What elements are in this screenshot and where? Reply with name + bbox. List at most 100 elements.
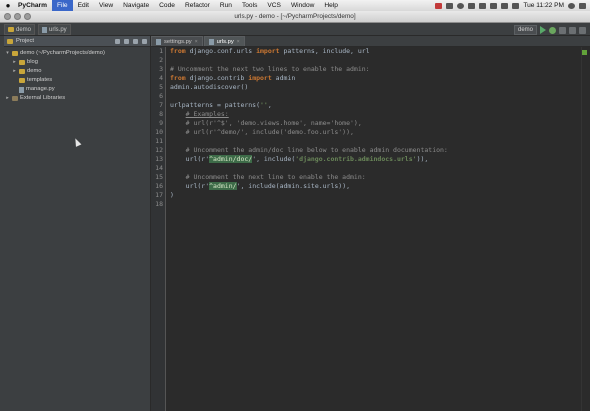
navigation-toolbar: demo urls.py demo — [0, 23, 590, 36]
code-line[interactable]: # Uncomment the next two lines to enable… — [170, 65, 448, 74]
code-token: from — [170, 74, 186, 82]
scroll-from-source-icon[interactable] — [124, 38, 129, 44]
code-token: ) — [170, 191, 174, 199]
code-line[interactable] — [170, 137, 448, 146]
menu-help[interactable]: Help — [319, 0, 343, 11]
code-line[interactable] — [170, 56, 448, 65]
code-line[interactable] — [170, 200, 448, 209]
line-number: 14 — [155, 164, 163, 172]
line-number: 8 — [159, 110, 163, 118]
tree-item[interactable]: ▾ demo (~/PycharmProjects/demo) — [4, 49, 150, 58]
notification-center-icon[interactable] — [579, 2, 586, 9]
line-number: 17 — [155, 191, 163, 199]
menu-window[interactable]: Window — [286, 0, 319, 11]
menu-file[interactable]: File — [51, 0, 73, 11]
menu-tools[interactable]: Tools — [237, 0, 262, 11]
code-line[interactable]: urlpatterns = patterns('', — [170, 101, 448, 110]
tab-file[interactable]: settings.py × — [151, 36, 203, 46]
menu-edit[interactable]: Edit — [73, 0, 94, 11]
expand-arrow-icon[interactable]: ▸ — [5, 94, 10, 103]
tab-active[interactable]: urls.py × — [203, 36, 245, 46]
tree-item[interactable]: ▸ blog — [4, 58, 150, 67]
menubar-status-area: Tue 11:22 PM — [435, 0, 586, 11]
bluetooth-icon[interactable] — [479, 2, 487, 9]
code-line[interactable] — [170, 164, 448, 173]
code-token: import — [248, 74, 272, 82]
record-icon[interactable] — [435, 2, 443, 9]
volume-icon[interactable] — [501, 2, 509, 9]
tab-label: urls.py — [216, 38, 234, 45]
code-token: # Uncomment the admin/doc line below to … — [170, 146, 448, 154]
tree-item[interactable]: ▸ demo — [4, 67, 150, 76]
close-tab-icon[interactable]: × — [195, 39, 198, 45]
tree-item[interactable]: manage.py — [4, 85, 150, 94]
dropbox-icon[interactable] — [446, 2, 454, 9]
expand-arrow-icon[interactable]: ▾ — [5, 49, 10, 58]
python-file-icon — [42, 26, 47, 33]
code-token: url(r' — [170, 155, 210, 163]
code-token: from — [170, 47, 186, 55]
project-panel-title[interactable]: Project — [16, 38, 34, 44]
code-line[interactable]: from django.conf.urls import patterns, i… — [170, 47, 448, 56]
line-number: 15 — [155, 173, 163, 181]
breadcrumb-file[interactable]: urls.py — [38, 24, 71, 35]
hide-panel-icon[interactable] — [142, 38, 147, 44]
code-line[interactable]: # Uncomment the admin/doc line below to … — [170, 146, 448, 155]
menu-navigate[interactable]: Navigate — [118, 0, 154, 11]
tab-label: settings.py — [164, 38, 192, 45]
python-file-icon — [208, 38, 214, 45]
debug-icon[interactable] — [549, 26, 556, 34]
code-area[interactable]: from django.conf.urls import patterns, i… — [170, 47, 448, 209]
code-editor[interactable]: 1 2 3 4 5 6 7 8 9 10 11 12 13 14 15 16 17 18 from django.… — [151, 47, 590, 411]
settings-icon[interactable] — [569, 26, 576, 34]
code-line[interactable]: # Examples: — [170, 110, 448, 119]
inspection-ok-icon[interactable] — [582, 50, 587, 55]
sync-icon[interactable] — [457, 2, 465, 9]
close-tab-icon[interactable]: × — [237, 39, 240, 45]
menu-run[interactable]: Run — [215, 0, 237, 11]
code-line[interactable]: # Uncomment the next line to enable the … — [170, 173, 448, 182]
code-line[interactable]: admin.autodiscover() — [170, 83, 448, 92]
code-token: import — [256, 47, 280, 55]
menu-vcs[interactable]: VCS — [262, 0, 286, 11]
menu-pycharm[interactable]: PyCharm — [16, 0, 52, 11]
code-line[interactable]: # url(r'^demo/', include('demo.foo.urls'… — [170, 128, 448, 137]
breadcrumb-project[interactable]: demo — [4, 24, 36, 35]
line-number: 12 — [155, 146, 163, 154]
tree-item[interactable]: ▸ External Libraries — [4, 94, 150, 103]
help-icon[interactable] — [579, 26, 586, 34]
menu-refactor[interactable]: Refactor — [180, 0, 215, 11]
sync-icon[interactable] — [115, 38, 120, 44]
window-titlebar: urls.py - demo - [~/PycharmProjects/demo… — [0, 11, 590, 23]
gear-icon[interactable] — [133, 38, 138, 44]
apple-icon[interactable]: ● — [0, 1, 16, 10]
menu-view[interactable]: View — [94, 0, 118, 11]
run-icon[interactable] — [540, 26, 546, 34]
code-line[interactable]: from django.contrib import admin — [170, 74, 448, 83]
code-token: # Uncomment the next two lines to enable… — [170, 65, 370, 73]
battery-icon[interactable] — [512, 2, 520, 9]
wifi-icon[interactable] — [490, 2, 498, 9]
folder-icon — [12, 51, 18, 56]
code-token: django.conf.urls — [185, 47, 257, 55]
code-token: '' — [260, 101, 268, 109]
run-config-select[interactable]: demo — [513, 25, 537, 35]
menubar-clock[interactable]: Tue 11:22 PM — [523, 2, 564, 9]
line-number-gutter: 1 2 3 4 5 6 7 8 9 10 11 12 13 14 15 16 17 18 — [151, 47, 166, 411]
code-token: admin — [271, 74, 296, 82]
code-line[interactable] — [170, 92, 448, 101]
spotlight-icon[interactable] — [568, 2, 575, 9]
tree-item[interactable]: templates — [4, 76, 150, 85]
python-file-icon — [156, 38, 161, 45]
clock-icon[interactable] — [468, 2, 476, 9]
code-line[interactable]: url(r'^admin/doc/', include('django.cont… — [170, 155, 448, 164]
line-number: 11 — [155, 137, 163, 145]
code-line[interactable]: ) — [170, 191, 448, 200]
menu-code[interactable]: Code — [154, 0, 180, 11]
stop-icon[interactable] — [559, 26, 566, 34]
code-line[interactable]: url(r'^admin/', include(admin.site.urls)… — [170, 182, 448, 191]
expand-arrow-icon[interactable]: ▸ — [12, 58, 17, 67]
expand-arrow-icon[interactable]: ▸ — [12, 67, 17, 76]
code-line[interactable]: # url(r'^$', 'demo.views.home', name='ho… — [170, 119, 448, 128]
